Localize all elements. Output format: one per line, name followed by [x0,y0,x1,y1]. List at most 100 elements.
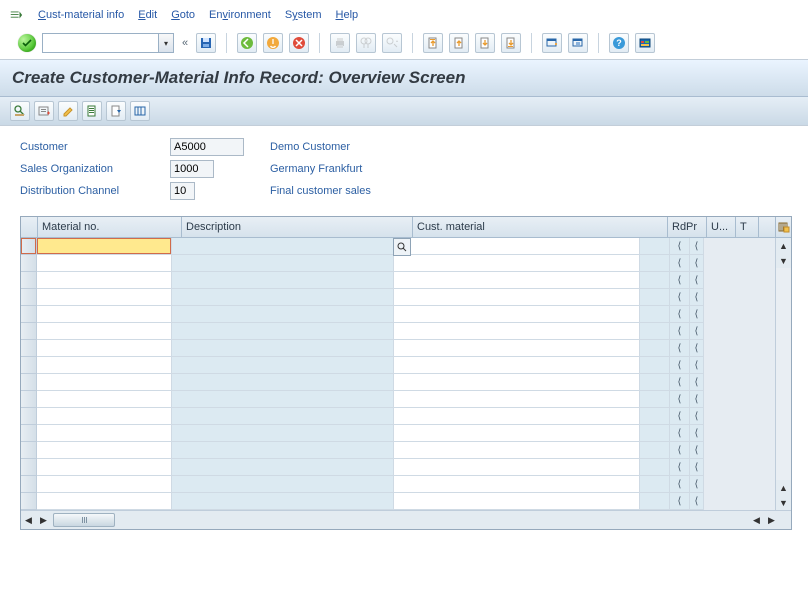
cell-cust-material[interactable] [394,408,640,425]
cell-material-no[interactable] [37,255,172,272]
delete-line-button[interactable] [106,101,126,121]
select-all-button[interactable] [34,101,54,121]
menu-goto[interactable]: Goto [171,9,195,21]
back-chevrons-icon[interactable]: « [182,38,188,49]
cell-description[interactable] [172,391,394,408]
cell-rdpr[interactable] [640,374,670,391]
cell-t[interactable]: ⟨ [690,442,704,459]
prev-page-button[interactable] [449,33,469,53]
cell-u[interactable]: ⟨ [670,374,690,391]
save-button[interactable] [196,33,216,53]
cell-rdpr[interactable] [640,289,670,306]
row-selector[interactable] [21,323,37,340]
cell-t[interactable]: ⟨ [690,255,704,272]
dist-channel-input[interactable] [170,182,195,200]
detail-button[interactable] [10,101,30,121]
cell-u[interactable]: ⟨ [670,306,690,323]
cell-material-no[interactable] [37,272,172,289]
menu-edit[interactable]: Edit [138,9,157,21]
cell-u[interactable]: ⟨ [670,272,690,289]
cell-t[interactable]: ⟨ [690,357,704,374]
menu-system[interactable]: System [285,9,322,21]
config-columns-button[interactable] [130,101,150,121]
row-selector[interactable] [21,289,37,306]
table-row[interactable]: ⟨⟨ [21,306,775,323]
cell-t[interactable]: ⟨ [690,408,704,425]
row-selector[interactable] [21,459,37,476]
cell-t[interactable]: ⟨ [690,493,704,510]
cell-rdpr[interactable] [640,272,670,289]
matchcode-icon[interactable] [393,238,411,256]
menu-help[interactable]: Help [336,9,359,21]
cell-cust-material[interactable] [394,374,640,391]
cell-material-no[interactable] [37,408,172,425]
help-button[interactable]: ? [609,33,629,53]
back-button[interactable] [237,33,257,53]
scroll-left-step-icon[interactable]: ◀ [749,513,764,528]
cell-u[interactable]: ⟨ [670,425,690,442]
cell-cust-material[interactable] [394,493,640,510]
table-row[interactable]: ⟨⟨ [21,255,775,272]
cell-t[interactable]: ⟨ [690,425,704,442]
cell-u[interactable]: ⟨ [670,255,690,272]
cell-material-no[interactable] [37,357,172,374]
row-selector[interactable] [21,238,37,255]
row-selector-header[interactable] [21,217,38,237]
cell-description[interactable] [172,476,394,493]
cell-t[interactable]: ⟨ [690,476,704,493]
cell-material-no[interactable] [37,493,172,510]
row-selector[interactable] [21,408,37,425]
cell-description[interactable] [172,289,394,306]
customer-input[interactable] [170,138,244,156]
cell-cust-material[interactable] [394,357,640,374]
cell-rdpr[interactable] [640,391,670,408]
scroll-right-icon[interactable]: ▶ [764,513,779,528]
cell-t[interactable]: ⟨ [690,289,704,306]
cell-description[interactable] [172,323,394,340]
cell-u[interactable]: ⟨ [670,408,690,425]
cell-rdpr[interactable] [640,238,670,255]
exit-button[interactable] [263,33,283,53]
cell-description[interactable] [172,408,394,425]
cell-rdpr[interactable] [640,357,670,374]
cell-t[interactable]: ⟨ [690,459,704,476]
table-row[interactable]: ⟨⟨ [21,272,775,289]
next-page-button[interactable] [475,33,495,53]
table-row[interactable]: ⟨⟨ [21,357,775,374]
cell-cust-material[interactable] [394,306,640,323]
col-description[interactable]: Description [182,217,413,237]
cell-material-no[interactable] [37,238,172,255]
shortcut-button[interactable] [568,33,588,53]
row-selector[interactable] [21,374,37,391]
scroll-up-step-icon[interactable]: ▲ [775,480,791,495]
cell-u[interactable]: ⟨ [670,493,690,510]
cell-t[interactable]: ⟨ [690,238,704,255]
cell-description[interactable] [172,272,394,289]
table-row[interactable]: ⟨⟨ [21,476,775,493]
row-selector[interactable] [21,442,37,459]
scroll-down-step-icon[interactable]: ▼ [775,253,791,268]
cell-description[interactable] [172,442,394,459]
row-selector[interactable] [21,476,37,493]
col-material-no[interactable]: Material no. [38,217,182,237]
cell-t[interactable]: ⟨ [690,323,704,340]
cell-material-no[interactable] [37,340,172,357]
okcode-input[interactable]: ▾ [42,33,174,53]
scroll-right-step-icon[interactable]: ▶ [36,513,51,528]
row-selector[interactable] [21,306,37,323]
cell-t[interactable]: ⟨ [690,272,704,289]
cell-rdpr[interactable] [640,442,670,459]
cell-description[interactable] [172,374,394,391]
cell-material-no[interactable] [37,476,172,493]
cell-u[interactable]: ⟨ [670,340,690,357]
cell-cust-material[interactable] [394,459,640,476]
cell-rdpr[interactable] [640,425,670,442]
cell-material-no[interactable] [37,289,172,306]
okcode-dropdown-icon[interactable]: ▾ [158,34,173,52]
menu-environment[interactable]: Environment [209,9,271,21]
row-selector[interactable] [21,425,37,442]
scroll-up-icon[interactable]: ▲ [775,238,791,253]
local-layout-button[interactable] [635,33,655,53]
cell-cust-material[interactable] [394,476,640,493]
col-u[interactable]: U... [707,217,736,237]
